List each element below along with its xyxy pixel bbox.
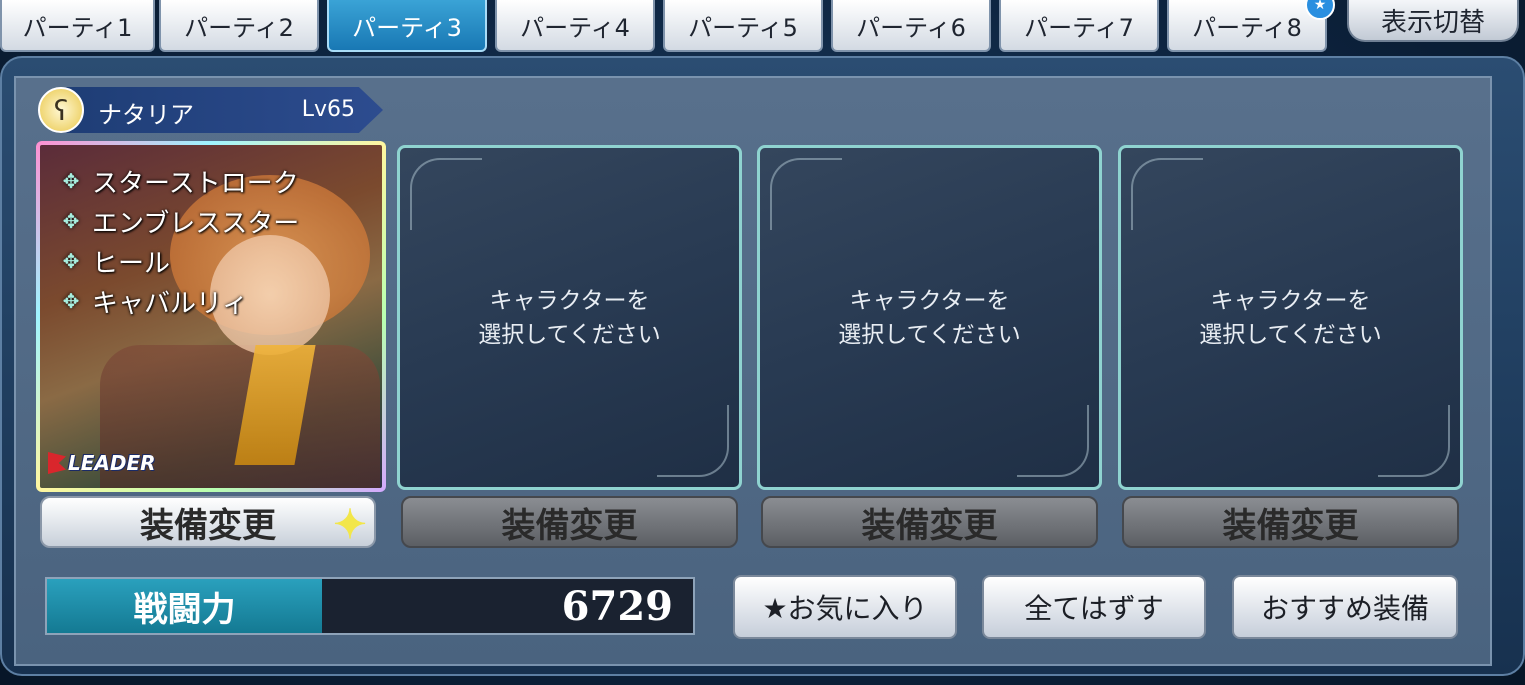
empty-slot-text: キャラクターを 選択してください bbox=[1199, 287, 1382, 348]
skill-list: ✥ スターストローク ✥ エンブレススター ✥ ヒール ✥ キャバルリィ bbox=[60, 161, 300, 321]
skill-item: ✥ スターストローク bbox=[60, 161, 299, 201]
skill-name: エンブレススター bbox=[92, 208, 300, 239]
display-toggle-button[interactable]: 表示切替 bbox=[1347, 0, 1519, 42]
party-tabs: パーティ1 パーティ2 パーティ3 パーティ4 パーティ5 パーティ6 パーティ… bbox=[0, 0, 1525, 54]
skill-icon: ✥ bbox=[62, 169, 80, 193]
equip-change-button-2[interactable]: 装備変更 bbox=[401, 496, 738, 548]
tab-party-6[interactable]: パーティ6 bbox=[831, 0, 991, 52]
skill-item: ✥ エンブレススター bbox=[60, 201, 300, 241]
equip-change-button-4[interactable]: 装備変更 bbox=[1122, 496, 1459, 548]
equip-label: 装備変更 bbox=[140, 505, 276, 546]
skill-icon: ✥ bbox=[62, 249, 80, 273]
combat-power-value: 6729 bbox=[322, 579, 693, 633]
skill-icon: ✥ bbox=[62, 289, 80, 313]
skill-name: キャバルリィ bbox=[92, 288, 249, 319]
equip-label: 装備変更 bbox=[861, 505, 998, 546]
flag-icon bbox=[48, 452, 66, 474]
tab-party-1[interactable]: パーティ1 bbox=[0, 0, 155, 52]
tab-party-5[interactable]: パーティ5 bbox=[663, 0, 823, 52]
combat-power-label: 戦闘力 bbox=[47, 579, 322, 633]
tab-party-4[interactable]: パーティ4 bbox=[495, 0, 655, 52]
favorite-button[interactable]: ★お気に入り bbox=[733, 575, 957, 639]
character-level: Lv65 bbox=[301, 97, 355, 122]
tab-party-7[interactable]: パーティ7 bbox=[999, 0, 1159, 52]
tab-label: パーティ8 bbox=[1192, 13, 1302, 42]
tab-party-3[interactable]: パーティ3 bbox=[327, 0, 487, 52]
gem-icon: ✦ bbox=[333, 500, 367, 548]
skill-name: スターストローク bbox=[92, 168, 299, 199]
empty-slot-text: キャラクターを 選択してください bbox=[838, 287, 1021, 348]
character-name: ナタリア bbox=[98, 101, 194, 129]
skill-item: ✥ ヒール bbox=[60, 241, 299, 281]
combat-power: 戦闘力 6729 bbox=[45, 577, 695, 635]
leader-label: LEADER bbox=[68, 451, 156, 475]
skill-icon: ✥ bbox=[62, 209, 80, 233]
equip-change-button-1[interactable]: 装備変更 ✦ bbox=[40, 496, 376, 548]
star-badge-icon: ★ bbox=[1305, 0, 1335, 20]
leader-name-banner: ʕ ナタリア Lv65 bbox=[38, 87, 383, 133]
equip-label: 装備変更 bbox=[1222, 505, 1359, 546]
tab-party-2[interactable]: パーティ2 bbox=[159, 0, 319, 52]
skill-item: ✥ キャバルリィ bbox=[60, 281, 299, 321]
equip-change-button-3[interactable]: 装備変更 bbox=[761, 496, 1098, 548]
character-slot-2[interactable]: キャラクターを 選択してください bbox=[397, 145, 742, 490]
empty-slot-text: キャラクターを 選択してください bbox=[478, 287, 661, 348]
leader-badge: LEADER bbox=[48, 451, 156, 475]
equip-label: 装備変更 bbox=[501, 505, 638, 546]
tab-party-8[interactable]: パーティ8 ★ bbox=[1167, 0, 1335, 52]
character-slot-4[interactable]: キャラクターを 選択してください bbox=[1118, 145, 1463, 490]
leader-character-card[interactable]: ✥ スターストローク ✥ エンブレススター ✥ ヒール ✥ キャバルリィ LEA… bbox=[36, 141, 386, 492]
recommended-equip-button[interactable]: おすすめ装備 bbox=[1232, 575, 1458, 639]
skill-name: ヒール bbox=[92, 248, 171, 279]
character-slot-3[interactable]: キャラクターを 選択してください bbox=[757, 145, 1102, 490]
remove-all-button[interactable]: 全てはずす bbox=[982, 575, 1206, 639]
element-emblem-icon: ʕ bbox=[38, 87, 84, 133]
